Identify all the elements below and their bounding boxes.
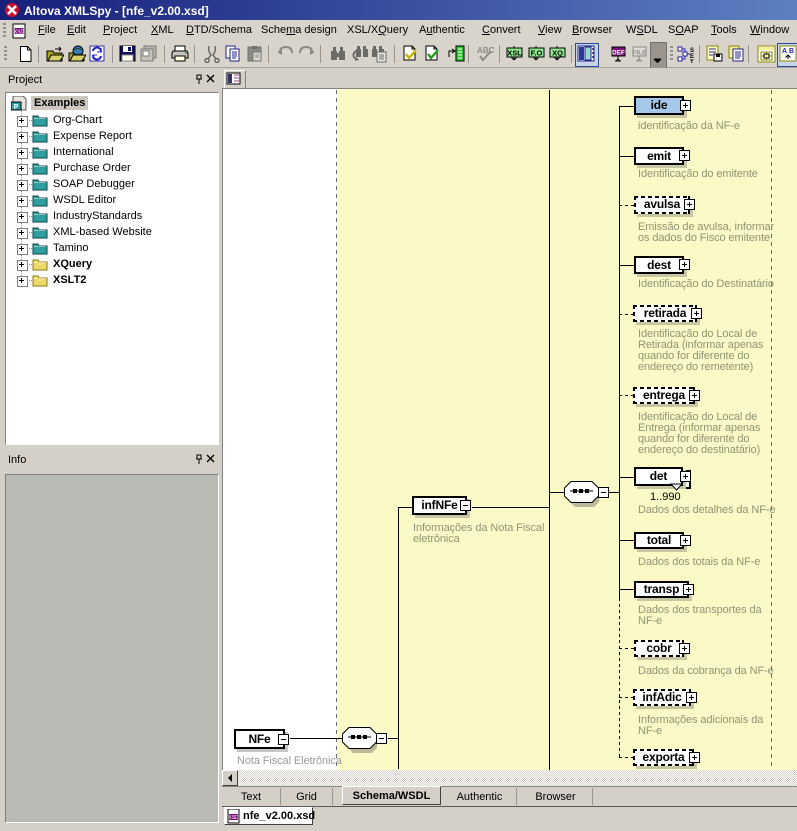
svg-text:B: B [789,48,794,55]
svg-text:FILE: FILE [632,50,647,57]
svg-text:F.O: F.O [531,49,543,58]
svg-text:P: P [14,104,19,111]
svg-text:ABC: ABC [477,46,495,55]
svg-text:XSD: XSD [228,815,239,821]
svg-text:A: A [782,48,787,55]
svg-text:XSD: XSD [14,30,25,36]
svg-text:XSL: XSL [507,49,522,58]
svg-text:T: T [690,60,694,63]
svg-text:DEF: DEF [612,50,625,57]
svg-text:XQ: XQ [552,49,563,58]
